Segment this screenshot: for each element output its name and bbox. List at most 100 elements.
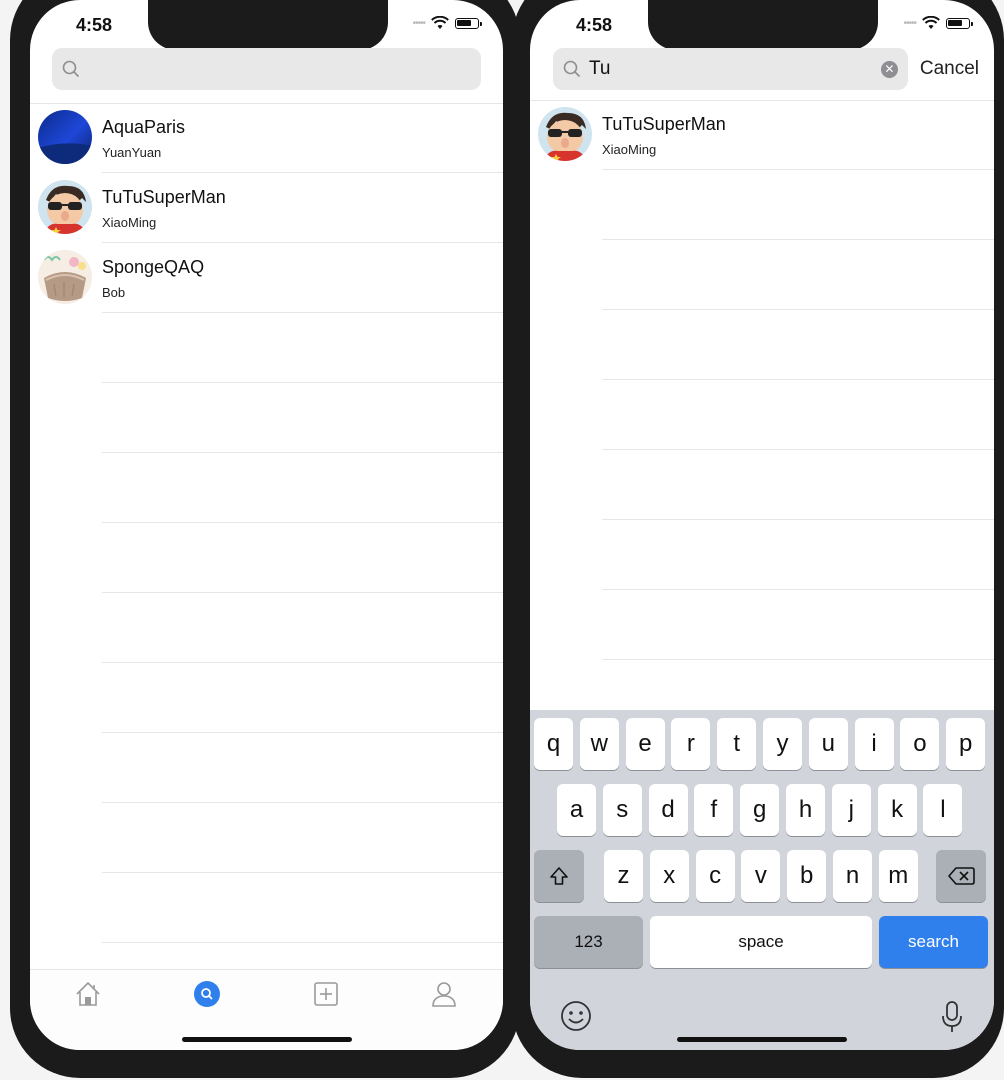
search-icon <box>563 60 581 78</box>
empty-row <box>30 383 503 453</box>
left-screen: 4:58 ••••• AquaParis YuanYuan TuTuSuperMan… <box>30 0 503 1050</box>
contact-name: AquaParis <box>102 117 186 137</box>
home-indicator <box>181 1037 352 1042</box>
home-icon[interactable] <box>74 980 102 1008</box>
key-w[interactable]: w <box>579 718 619 770</box>
numbers-key[interactable]: 123 <box>534 916 643 968</box>
notch <box>648 0 878 50</box>
status-time: 4:58 <box>576 15 613 35</box>
key-x[interactable]: x <box>649 850 689 902</box>
key-m[interactable]: m <box>878 850 918 902</box>
key-o[interactable]: o <box>900 718 940 770</box>
left-phone: 4:58 ••••• AquaParis YuanYuan TuTuSuperMan… <box>10 0 520 1078</box>
search-tab-icon[interactable] <box>193 980 221 1008</box>
microphone-icon[interactable] <box>940 1000 964 1034</box>
shift-icon <box>550 867 568 885</box>
contact-row[interactable]: SpongeQAQ Bob <box>30 243 503 313</box>
home-indicator <box>677 1037 847 1042</box>
delete-icon <box>948 867 975 885</box>
empty-row <box>30 663 503 733</box>
key-g[interactable]: g <box>740 784 780 836</box>
empty-row <box>530 450 994 520</box>
avatar <box>38 250 92 304</box>
key-y[interactable]: y <box>763 718 802 770</box>
contact-name: TuTuSuperMan <box>102 187 226 207</box>
empty-row <box>530 240 994 310</box>
search-row <box>52 48 481 90</box>
battery-icon <box>946 17 973 29</box>
status-icons: ••••• <box>903 16 973 30</box>
search-input[interactable] <box>86 57 481 81</box>
empty-row <box>530 380 994 450</box>
empty-row <box>30 313 503 383</box>
key-a[interactable]: a <box>557 784 596 836</box>
right-screen: 4:58 ••••• ✕ Cancel TuTuSuperMan XiaoMing… <box>530 0 994 1050</box>
empty-row <box>530 310 994 380</box>
space-key[interactable]: space <box>650 916 872 968</box>
contact-name: TuTuSuperMan <box>602 114 726 134</box>
contact-subtitle: XiaoMing <box>102 215 157 230</box>
empty-row <box>530 590 994 660</box>
status-time: 4:58 <box>76 15 113 35</box>
person-icon[interactable] <box>430 980 458 1008</box>
empty-row <box>30 873 503 943</box>
empty-row <box>30 733 503 803</box>
keyboard: q w e r t y u i o p a s d f g h j k l z x c v b n m 123 space search <box>530 710 994 1050</box>
key-e[interactable]: e <box>625 718 665 770</box>
key-s[interactable]: s <box>602 784 642 836</box>
empty-row <box>30 593 503 663</box>
key-p[interactable]: p <box>946 718 986 770</box>
avatar <box>538 107 592 161</box>
search-row: ✕ Cancel <box>553 48 979 90</box>
key-f[interactable]: f <box>694 784 734 836</box>
key-v[interactable]: v <box>741 850 781 902</box>
contact-row[interactable]: TuTuSuperMan XiaoMing <box>530 100 994 170</box>
tab-bar <box>30 969 503 1050</box>
key-q[interactable]: q <box>534 718 573 770</box>
contact-subtitle: YuanYuan <box>102 145 162 160</box>
empty-row <box>30 453 503 523</box>
search-key[interactable]: search <box>879 916 988 968</box>
contact-list: AquaParis YuanYuan TuTuSuperMan XiaoMing Spo… <box>30 103 503 943</box>
key-l[interactable]: l <box>923 784 963 836</box>
empty-row <box>30 803 503 873</box>
search-field[interactable] <box>52 48 481 90</box>
empty-row <box>530 170 994 240</box>
key-h[interactable]: h <box>786 784 825 836</box>
key-u[interactable]: u <box>808 718 848 770</box>
shift-key[interactable] <box>534 850 584 902</box>
clear-icon[interactable]: ✕ <box>880 60 898 78</box>
contact-row[interactable]: AquaParis YuanYuan <box>30 103 503 173</box>
cancel-button[interactable]: Cancel <box>920 58 979 80</box>
wifi-icon <box>922 16 940 29</box>
key-j[interactable]: j <box>831 784 871 836</box>
key-i[interactable]: i <box>854 718 894 770</box>
search-input[interactable] <box>587 57 881 81</box>
key-t[interactable]: t <box>717 718 757 770</box>
plus-square-icon[interactable] <box>312 980 340 1008</box>
key-b[interactable]: b <box>787 850 827 902</box>
divider <box>602 659 994 660</box>
search-field[interactable]: ✕ <box>553 48 908 90</box>
wifi-icon <box>431 16 449 29</box>
right-phone: 4:58 ••••• ✕ Cancel TuTuSuperMan XiaoMing… <box>512 0 1004 1078</box>
signal-icon: ••••• <box>412 17 425 29</box>
empty-row <box>530 520 994 590</box>
empty-row <box>30 523 503 593</box>
divider <box>102 942 503 943</box>
battery-icon <box>455 17 482 29</box>
avatar <box>38 180 92 234</box>
search-icon <box>62 60 80 78</box>
delete-key[interactable] <box>936 850 986 902</box>
contact-row[interactable]: TuTuSuperMan XiaoMing <box>30 173 503 243</box>
key-z[interactable]: z <box>604 850 643 902</box>
key-c[interactable]: c <box>695 850 735 902</box>
key-k[interactable]: k <box>877 784 917 836</box>
notch <box>148 0 388 50</box>
key-r[interactable]: r <box>671 718 711 770</box>
result-list: TuTuSuperMan XiaoMing <box>530 100 994 660</box>
key-n[interactable]: n <box>833 850 872 902</box>
emoji-icon[interactable] <box>560 1000 592 1032</box>
key-d[interactable]: d <box>648 784 688 836</box>
contact-subtitle: XiaoMing <box>602 142 657 157</box>
